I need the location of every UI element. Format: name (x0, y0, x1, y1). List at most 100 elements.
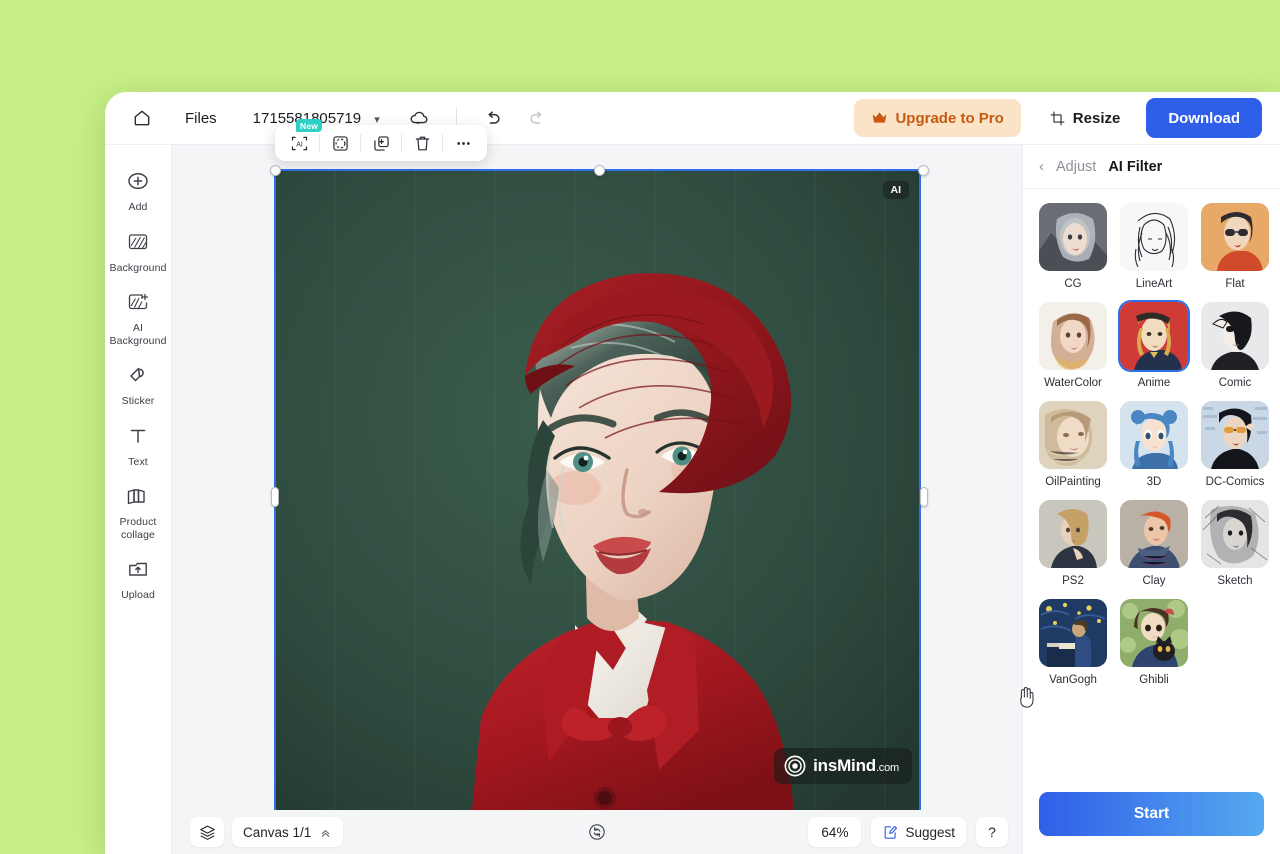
sidebar-item-upload[interactable]: Upload (105, 547, 171, 608)
sync-button[interactable] (587, 822, 607, 842)
product-collage-icon (125, 483, 151, 509)
more-tool-button[interactable] (443, 128, 483, 158)
sidebar-item-label: Background (109, 261, 167, 274)
filter-thumbnail (1039, 203, 1107, 271)
filter-item-flat[interactable]: Flat (1201, 203, 1269, 290)
filter-label: DC-Comics (1205, 476, 1265, 488)
watermark-brand: insMind (813, 756, 876, 775)
right-panel-footer: Start (1023, 778, 1280, 854)
sidebar-item-product-collage[interactable]: Product collage (105, 474, 171, 547)
undo-button[interactable] (483, 108, 503, 128)
filter-item-lineart[interactable]: LineArt (1120, 203, 1188, 290)
filter-item-cg[interactable]: CG (1039, 203, 1107, 290)
sidebar-item-text[interactable]: Text (105, 414, 171, 475)
filter-label: Anime (1137, 377, 1171, 389)
sidebar-item-ai-background[interactable]: AI Background (105, 280, 171, 353)
filter-thumbnail (1201, 401, 1269, 469)
filter-thumbnail (1120, 500, 1188, 568)
filter-thumbnail (1201, 302, 1269, 370)
suggest-icon (885, 825, 898, 839)
right-panel-header: ‹ Adjust AI Filter (1023, 145, 1280, 189)
filter-label: 3D (1146, 476, 1162, 488)
suggest-button[interactable]: Suggest (871, 817, 966, 847)
filter-label: Ghibli (1139, 674, 1169, 686)
upgrade-label: Upgrade to Pro (895, 109, 1004, 127)
filter-label: CG (1064, 278, 1082, 290)
ai-frame-icon: AI (291, 136, 307, 150)
sync-icon (589, 824, 605, 840)
home-button[interactable] (125, 101, 159, 135)
ai-background-icon (126, 289, 150, 315)
top-toolbar-right: Upgrade to Pro Resize Download (854, 98, 1280, 138)
filter-item-anime[interactable]: Anime (1120, 302, 1188, 389)
filter-item-dc-comics[interactable]: DC-Comics (1201, 401, 1269, 488)
insmind-logo-icon (784, 755, 806, 777)
filter-item-sketch[interactable]: Sketch (1201, 500, 1269, 587)
filter-label: WaterColor (1044, 377, 1102, 389)
text-icon (126, 423, 150, 449)
resize-icon (1050, 111, 1065, 125)
filter-label: VanGogh (1049, 674, 1097, 686)
bottom-bar-right: 64% Suggest ? (808, 817, 1008, 847)
canvas-pages-label: Canvas 1/1 (243, 824, 312, 840)
artboard[interactable]: AI insMind.com (275, 170, 920, 820)
crop-tool-button[interactable] (320, 128, 360, 158)
watermark-text: insMind.com (813, 756, 899, 776)
filter-label: Flat (1225, 278, 1245, 290)
resize-label: Resize (1072, 109, 1121, 127)
sidebar-item-label: Sticker (121, 395, 155, 407)
filter-item-ghibli[interactable]: Ghibli (1120, 599, 1188, 686)
canvas-artwork (275, 170, 920, 820)
resize-handle-right-middle[interactable] (920, 487, 928, 507)
filter-item-vangogh[interactable]: VanGogh (1039, 599, 1107, 686)
sidebar-item-label: Add (128, 201, 148, 213)
canvas-area[interactable]: AI insMind.com AI New Canvas 1/1 64% Sug… (172, 119, 1022, 854)
filter-item-3d[interactable]: 3D (1120, 401, 1188, 488)
sidebar-item-sticker[interactable]: Sticker (105, 353, 171, 414)
hand-cursor (1015, 685, 1037, 714)
watermark: insMind.com (774, 748, 912, 784)
ai-tool-button[interactable]: AI New (279, 119, 323, 158)
chevron-up-double-icon (322, 829, 330, 837)
filter-item-comic[interactable]: Comic (1201, 302, 1269, 389)
help-button[interactable]: ? (976, 817, 1008, 847)
breadcrumb-adjust[interactable]: Adjust (1056, 159, 1096, 175)
right-panel: ‹ Adjust AI Filter CG LineArt Flat Water… (1022, 145, 1280, 854)
layers-button[interactable] (190, 817, 224, 847)
watermark-suffix: .com (875, 762, 899, 774)
filter-item-ps2[interactable]: PS2 (1039, 500, 1107, 587)
sidebar-item-label: Upload (121, 589, 155, 601)
delete-tool-button[interactable] (402, 128, 442, 158)
filter-item-clay[interactable]: Clay (1120, 500, 1188, 587)
sidebar-item-add[interactable]: Add (105, 159, 171, 220)
filter-item-watercolor[interactable]: WaterColor (1039, 302, 1107, 389)
resize-button[interactable]: Resize (1043, 110, 1127, 127)
undo-icon (488, 111, 500, 124)
svg-text:AI: AI (296, 141, 303, 148)
redo-button[interactable] (527, 108, 547, 128)
filter-thumbnail (1039, 401, 1107, 469)
filter-thumbnail (1039, 599, 1107, 667)
trash-icon (415, 136, 429, 150)
sidebar-item-background[interactable]: Background (105, 220, 171, 281)
duplicate-icon (373, 135, 389, 151)
filter-thumbnail (1120, 401, 1188, 469)
download-button[interactable]: Download (1146, 98, 1262, 138)
filter-item-oilpainting[interactable]: OilPainting (1039, 401, 1107, 488)
panel-title: AI Filter (1108, 158, 1163, 175)
start-button[interactable]: Start (1039, 792, 1264, 836)
app-window: Files 1715581805719 ▾ Upgrade to Pro Res… (105, 92, 1280, 854)
zoom-level[interactable]: 64% (808, 817, 862, 847)
filter-grid: CG LineArt Flat WaterColor Anime Comic O… (1023, 189, 1280, 778)
chevron-left-icon[interactable]: ‹ (1039, 159, 1044, 174)
canvas-pages-button[interactable]: Canvas 1/1 (232, 817, 344, 847)
filter-label: Comic (1218, 377, 1252, 389)
ai-badge: AI (882, 181, 909, 199)
circle-crop-icon (332, 135, 348, 151)
files-menu[interactable]: Files (185, 110, 217, 127)
ellipsis-icon (456, 141, 470, 145)
duplicate-tool-button[interactable] (361, 128, 401, 158)
home-icon (134, 110, 150, 126)
upload-icon (126, 556, 150, 582)
upgrade-to-pro-button[interactable]: Upgrade to Pro (854, 99, 1021, 137)
